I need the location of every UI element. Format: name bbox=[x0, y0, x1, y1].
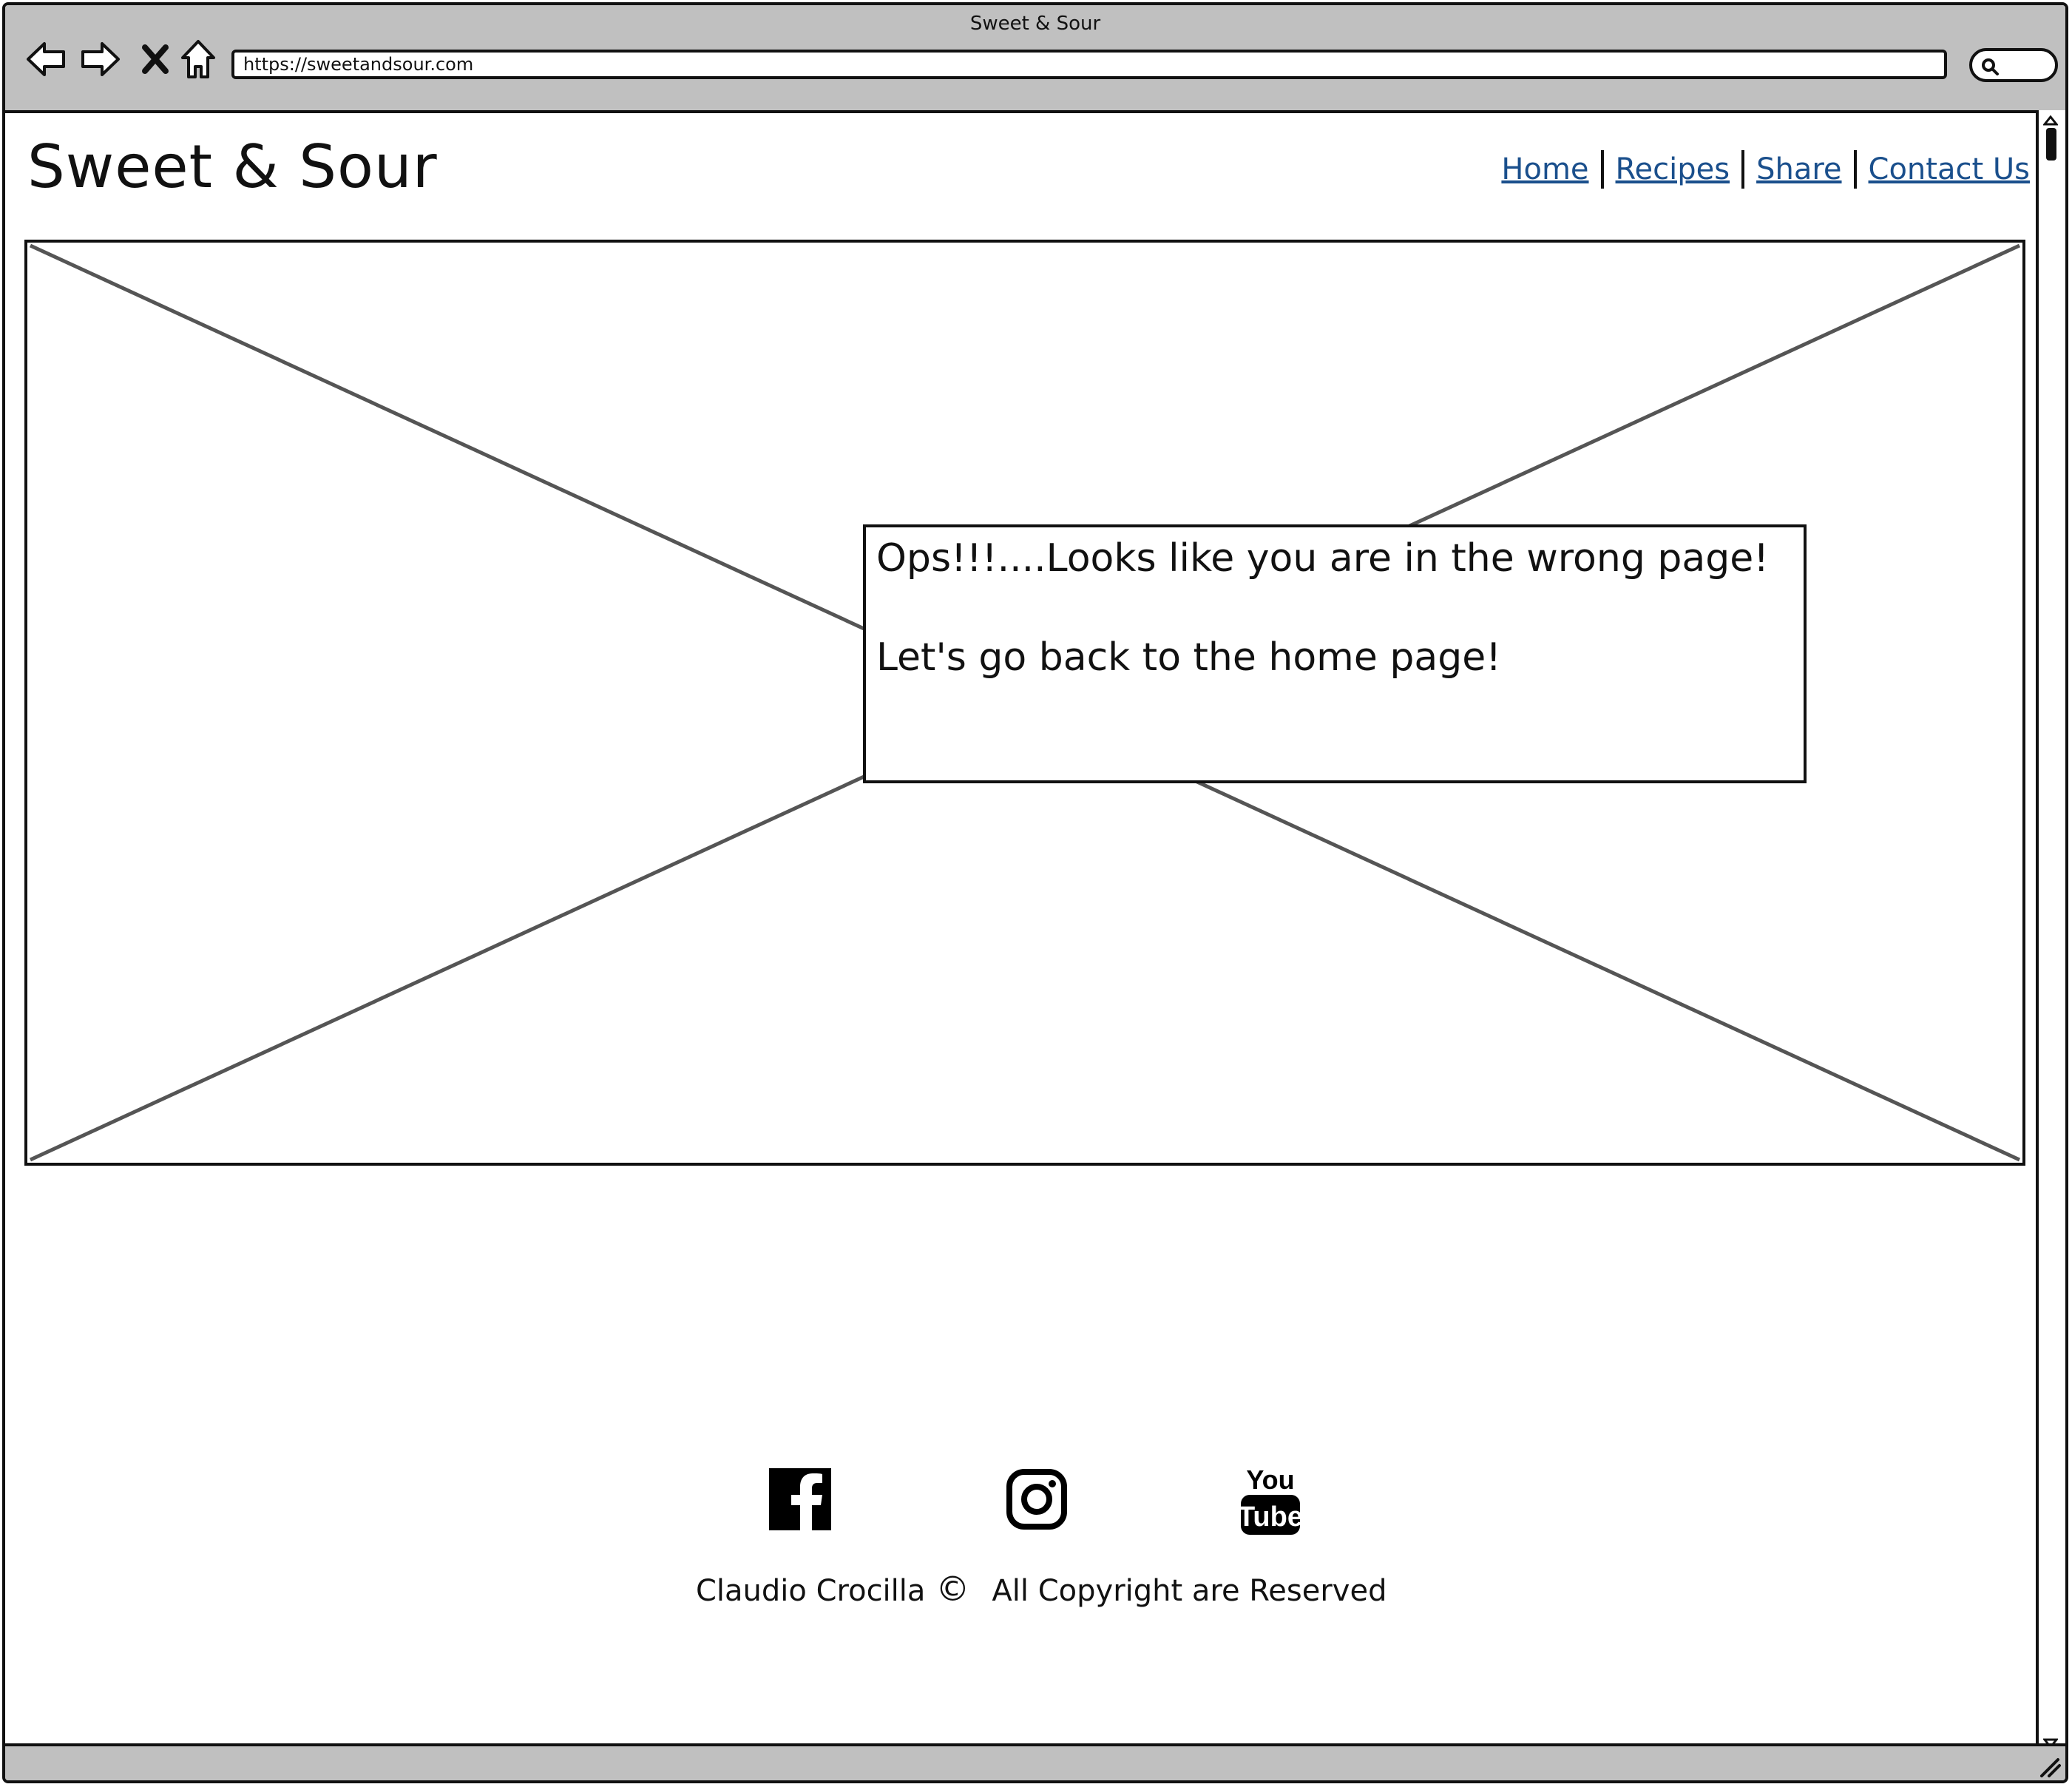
window-title: Sweet & Sour bbox=[969, 13, 1101, 35]
footer-author: Claudio Crocilla bbox=[696, 1574, 926, 1608]
stop-button[interactable] bbox=[132, 36, 178, 82]
facebook-icon bbox=[769, 1468, 831, 1530]
search-icon bbox=[1982, 58, 1999, 75]
browser-window: Sweet & Sour https://sweetandsour.com Sw… bbox=[2, 2, 2068, 1783]
nav-separator bbox=[1853, 150, 1857, 189]
back-button[interactable] bbox=[23, 36, 69, 82]
nav-link-contact-us[interactable]: Contact Us bbox=[1869, 152, 2030, 186]
youtube-tube-text: Tube bbox=[1239, 1501, 1301, 1533]
nav-link-home[interactable]: Home bbox=[1501, 152, 1588, 186]
footer-copyright: Claudio Crocilla © All Copyright are Reser… bbox=[696, 1569, 1387, 1609]
error-message-box: Ops!!!....Looks like you are in the wron… bbox=[863, 524, 1807, 783]
stop-icon bbox=[142, 44, 169, 74]
error-message-line2: Let's go back to the home page! bbox=[876, 635, 1502, 680]
nav-link-share[interactable]: Share bbox=[1756, 152, 1841, 186]
nav-separator bbox=[1600, 150, 1604, 189]
forward-arrow-icon bbox=[81, 42, 120, 76]
facebook-link[interactable] bbox=[767, 1462, 833, 1536]
site-title: Sweet & Sour bbox=[27, 132, 438, 201]
error-message-line1: Ops!!!....Looks like you are in the wron… bbox=[876, 536, 1770, 581]
youtube-icon: You Tube bbox=[1239, 1465, 1301, 1535]
scroll-up-arrow-icon[interactable] bbox=[2042, 113, 2059, 128]
browser-search-button[interactable] bbox=[1969, 48, 2058, 82]
vertical-scrollbar[interactable] bbox=[2036, 110, 2065, 1754]
main-nav: Home Recipes Share Contact Us bbox=[1501, 150, 2030, 189]
browser-statusbar bbox=[5, 1743, 2065, 1780]
copyright-icon: © bbox=[935, 1569, 970, 1609]
social-links: You Tube bbox=[767, 1462, 1314, 1544]
url-bar[interactable]: https://sweetandsour.com bbox=[231, 50, 1947, 79]
footer-rights: All Copyright are Reserved bbox=[992, 1574, 1387, 1608]
youtube-link[interactable]: You Tube bbox=[1237, 1462, 1304, 1536]
instagram-link[interactable] bbox=[1003, 1462, 1070, 1536]
home-button[interactable] bbox=[175, 36, 221, 82]
resize-grip-icon[interactable] bbox=[2039, 1755, 2061, 1777]
instagram-icon bbox=[1006, 1469, 1067, 1530]
forward-button[interactable] bbox=[78, 36, 123, 82]
youtube-you-text: You bbox=[1246, 1465, 1294, 1495]
home-icon bbox=[181, 40, 215, 78]
browser-titlebar: Sweet & Sour https://sweetandsour.com bbox=[5, 5, 2065, 113]
scroll-thumb[interactable] bbox=[2046, 128, 2056, 161]
nav-separator bbox=[1741, 150, 1745, 189]
nav-link-recipes[interactable]: Recipes bbox=[1616, 152, 1730, 186]
back-arrow-icon bbox=[27, 42, 65, 76]
